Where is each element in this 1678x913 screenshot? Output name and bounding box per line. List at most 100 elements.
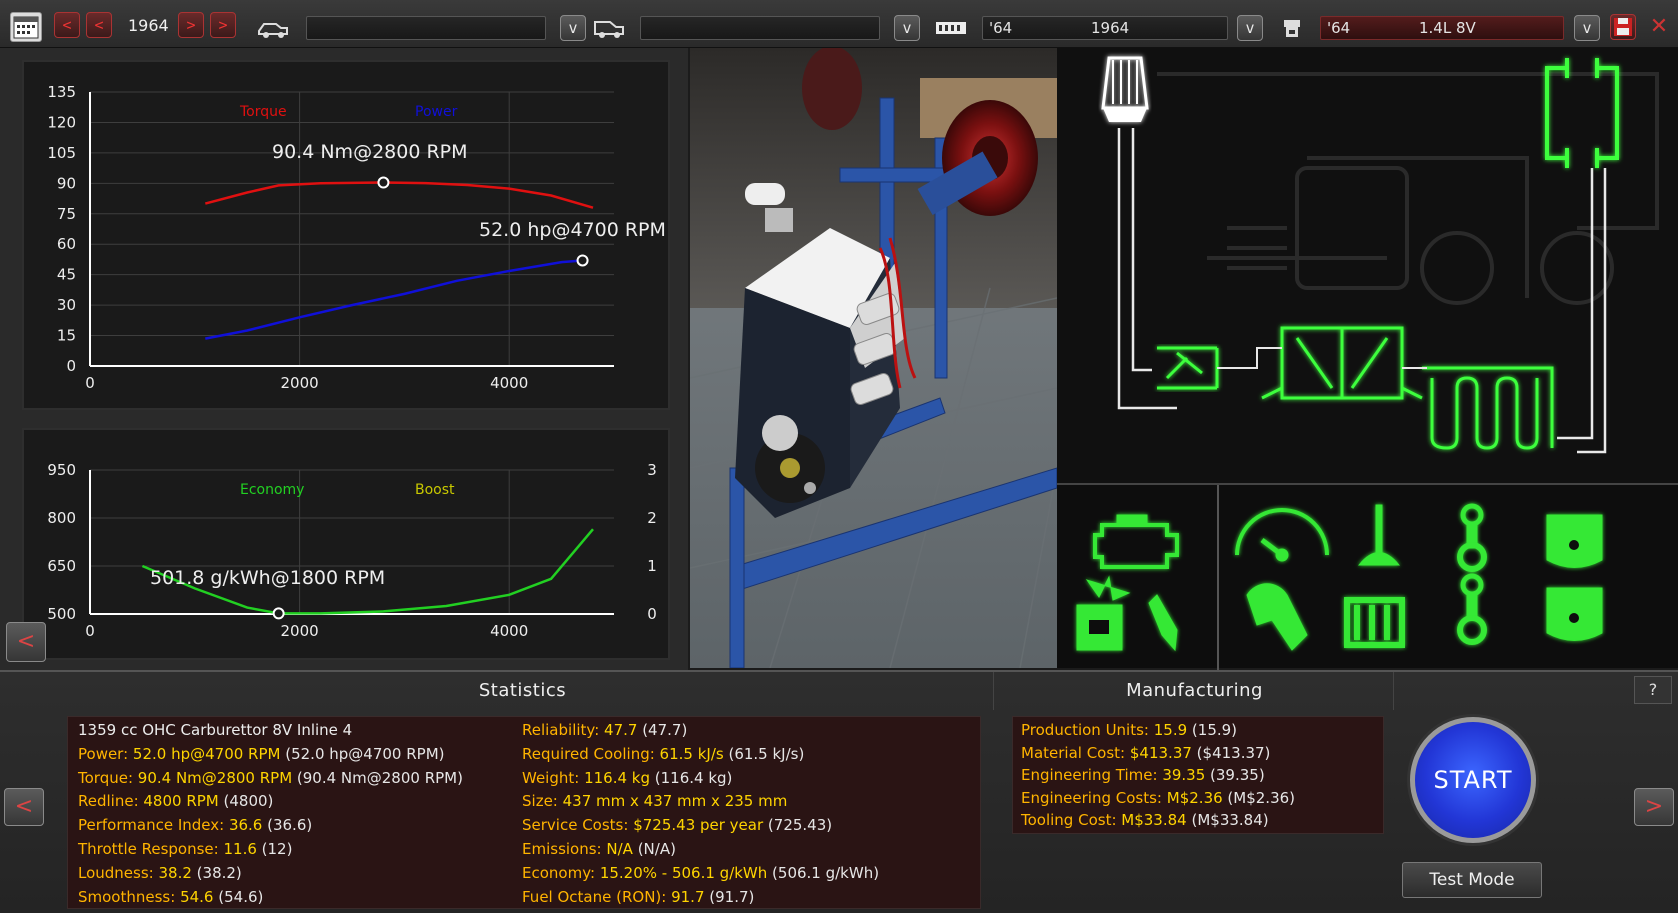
manufacturing-row-label: Production Units: <box>1021 721 1154 739</box>
gauge-icon[interactable] <box>1235 508 1329 562</box>
legend-boost: Boost <box>415 482 455 498</box>
x-tick-label: 2000 <box>281 374 319 392</box>
economy-boost-plot: 500 650 800 950 0 2000 4000 0 1 2 3 Economy Boost 501… <box>47 461 657 640</box>
stat-right-row-label: Economy: <box>522 863 600 882</box>
year-next-button[interactable]: > <box>178 12 204 38</box>
stat-right-row-previous: (116.4 kg) <box>650 768 733 787</box>
y-tick-label: 0 <box>66 357 76 375</box>
y-tick-label: 30 <box>57 296 76 314</box>
y2-tick-label: 1 <box>647 557 657 575</box>
stat-right-row-label: Weight: <box>522 768 585 787</box>
manufacturing-row: Material Cost: $413.37 ($413.37) <box>1021 744 1270 762</box>
statistics-list: 1359 cc OHC Carburettor 8V Inline 4 Power… <box>67 716 981 909</box>
stat-right-row-value: 437 mm x 437 mm x 235 mm <box>562 792 788 811</box>
y2-tick-label: 0 <box>647 605 657 623</box>
stat-left-row: Throttle Response: 11.6 (12) <box>78 840 292 858</box>
trim-dropdown-button[interactable]: v <box>894 15 920 41</box>
engine-family-select[interactable]: '64 1964 <box>982 16 1228 40</box>
stat-left-row-label: Smoothness: <box>78 887 181 906</box>
y-tick-label: 120 <box>47 113 76 131</box>
stat-right-row-value: 61.5 kJ/s <box>659 744 724 763</box>
manufacturing-header: Manufacturing <box>996 672 1394 710</box>
stat-right-row: Weight: 116.4 kg (116.4 kg) <box>522 769 732 787</box>
manufacturing-row: Production Units: 15.9 (15.9) <box>1021 721 1237 739</box>
y-tick-label: 75 <box>57 205 76 223</box>
stat-left-row: Loudness: 38.2 (38.2) <box>78 864 242 882</box>
stat-left-row-previous: (36.6) <box>262 816 313 835</box>
torque-power-plot: 0 15 30 45 60 75 90 105 120 135 0 2000 4000 Torque Pow… <box>47 83 666 392</box>
stat-right-row-label: Fuel Octane (RON): <box>522 887 672 906</box>
stat-right-row-label: Service Costs: <box>522 816 634 835</box>
x-tick-label: 0 <box>85 374 95 392</box>
stat-right-row: Reliability: 47.7 (47.7) <box>522 721 687 739</box>
valve-icon[interactable] <box>1357 504 1401 566</box>
year-prev-button[interactable]: < <box>86 12 112 38</box>
stat-left-row-previous: (38.2) <box>191 863 242 882</box>
stat-left-row-previous: (4800) <box>218 792 274 811</box>
prev-page-button[interactable]: < <box>4 788 44 826</box>
stat-left-row-label: Performance Index: <box>78 816 229 835</box>
series-torque-line <box>204 181 594 209</box>
engine-3d-view[interactable] <box>690 48 1057 668</box>
engine-family-year: '64 <box>989 19 1013 37</box>
year-next-10-button[interactable]: > <box>210 12 236 38</box>
stat-right-row-label: Reliability: <box>522 721 605 739</box>
manufacturing-row-label: Tooling Cost: <box>1021 811 1122 829</box>
help-button[interactable]: ? <box>1634 676 1672 704</box>
test-mode-button[interactable]: Test Mode <box>1402 862 1542 898</box>
stat-right-row: Emissions: N/A (N/A) <box>522 840 676 858</box>
manufacturing-row-value: 15.9 <box>1153 721 1188 739</box>
stat-left-row-previous: (52.0 hp@4700 RPM) <box>280 744 445 763</box>
next-page-button[interactable]: > <box>1634 788 1674 826</box>
save-icon[interactable] <box>1610 14 1636 40</box>
conrod-icon[interactable] <box>1457 503 1487 572</box>
engine-variant-select[interactable]: '64 1.4L 8V <box>1320 16 1564 40</box>
y-tick-label: 90 <box>57 174 76 192</box>
chart-back-button[interactable]: < <box>6 622 46 662</box>
conrod-2-icon[interactable] <box>1457 573 1487 645</box>
legend-torque: Torque <box>239 104 287 120</box>
y-tick-label: 45 <box>57 266 76 284</box>
economy-min-label: 501.8 g/kWh@1800 RPM <box>150 567 385 589</box>
stat-right-row: Fuel Octane (RON): 91.7 (91.7) <box>522 888 754 906</box>
stat-right-row: Service Costs: $725.43 per year (725.43) <box>522 816 832 834</box>
x-tick-label: 4000 <box>490 622 528 640</box>
manufacturing-list: Production Units: 15.9 (15.9) Material Co… <box>1012 716 1384 834</box>
power-peak-label: 52.0 hp@4700 RPM <box>479 219 666 241</box>
stat-right-row: Size: 437 mm x 437 mm x 235 mm <box>522 792 787 810</box>
manufacturing-row: Engineering Time: 39.35 (39.35) <box>1021 766 1265 784</box>
fuel-injector-icon[interactable] <box>1148 594 1178 652</box>
y2-tick-label: 3 <box>647 461 657 479</box>
trim-select[interactable] <box>640 16 880 40</box>
stat-left-row-value: 52.0 hp@4700 RPM <box>132 744 281 763</box>
ignition-icon[interactable] <box>1076 575 1131 651</box>
year-prev-10-button[interactable]: < <box>54 12 80 38</box>
engine-schematic <box>1057 48 1678 483</box>
stat-left-row-value: 11.6 <box>223 840 257 858</box>
y2-tick-label: 2 <box>647 509 657 527</box>
manufacturing-row: Engineering Costs: M$2.36 (M$2.36) <box>1021 789 1295 807</box>
manufacturing-row-previous: (M$33.84) <box>1186 811 1269 829</box>
manufacturing-row-value: 39.35 <box>1162 766 1206 784</box>
stat-left-row-value: 90.4 Nm@2800 RPM <box>137 768 293 787</box>
manufacturing-row-label: Engineering Costs: <box>1021 788 1167 807</box>
y-tick-label: 950 <box>47 461 76 479</box>
car-model-select[interactable] <box>306 16 546 40</box>
car-model-dropdown-button[interactable]: v <box>560 15 586 41</box>
y-tick-label: 500 <box>47 605 76 623</box>
engine-variant-dropdown-button[interactable]: v <box>1574 15 1600 41</box>
crankshaft-icon[interactable] <box>1344 597 1405 648</box>
engine-family-dropdown-button[interactable]: v <box>1237 15 1263 41</box>
x-tick-label: 2000 <box>281 622 319 640</box>
close-icon[interactable]: ✕ <box>1646 14 1672 40</box>
stat-right-row: Economy: 15.20% - 506.1 g/kWh (506.1 g/k… <box>522 864 879 882</box>
stat-left-row-label: Loudness: <box>78 863 159 882</box>
stat-left-row: Redline: 4800 RPM (4800) <box>78 792 273 810</box>
calendar-icon[interactable] <box>10 12 42 42</box>
stat-right-row-previous: (N/A) <box>632 840 676 858</box>
start-button[interactable]: START <box>1410 717 1536 843</box>
year-value: 1964 <box>128 16 169 35</box>
stat-right-row-value: $725.43 per year <box>633 816 764 835</box>
x-tick-label: 4000 <box>490 374 528 392</box>
x-tick-label: 0 <box>85 622 95 640</box>
